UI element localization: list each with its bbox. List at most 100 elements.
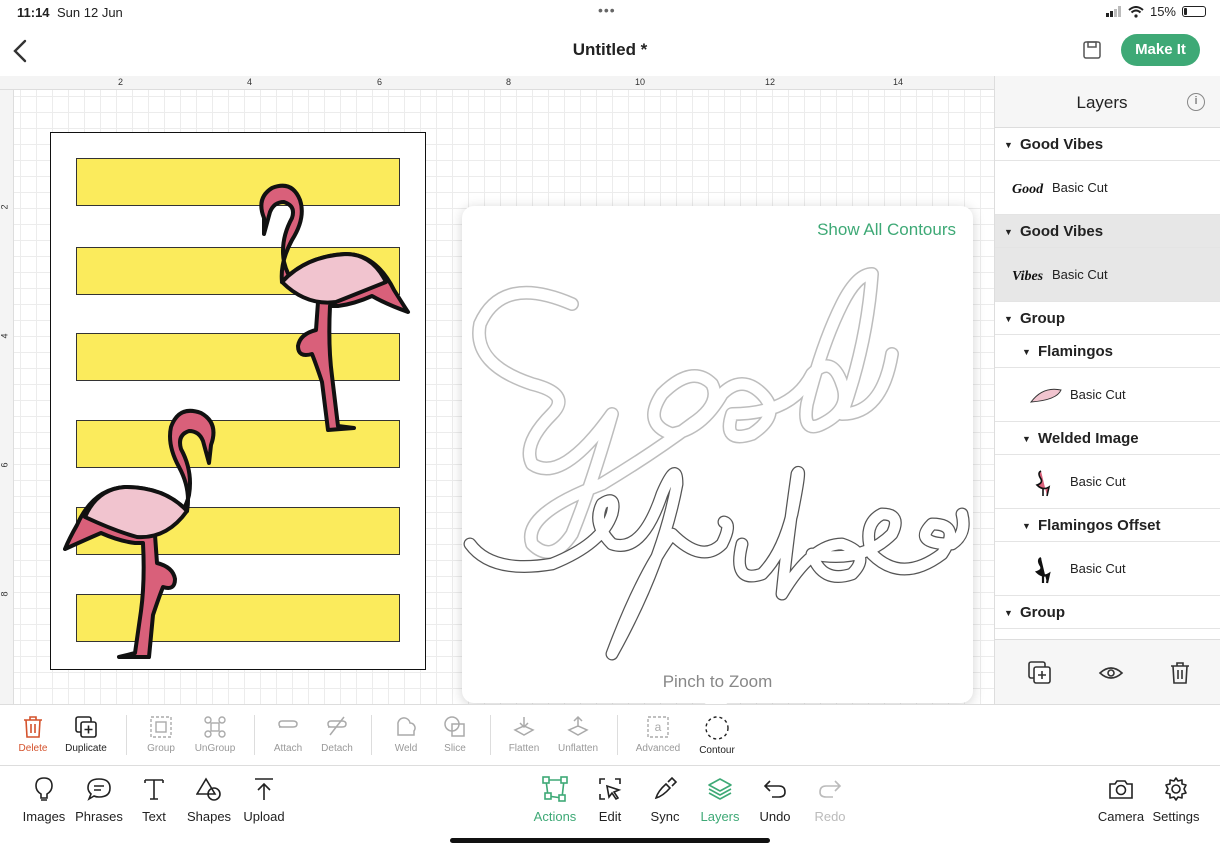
actions-nodes-icon — [542, 776, 568, 802]
slice-button[interactable]: Slice — [427, 715, 483, 754]
nav-camera[interactable]: Camera — [1093, 776, 1149, 824]
ruler-tick: 8 — [0, 591, 10, 597]
ruler-tick: 2 — [118, 77, 124, 87]
ungroup-button[interactable]: UnGroup — [187, 715, 243, 754]
nav-phrases[interactable]: Phrases — [71, 776, 127, 824]
design-card[interactable] — [50, 132, 426, 670]
attach-button[interactable]: Attach — [260, 715, 316, 754]
layer-group[interactable]: ▼Flamingos — [995, 629, 1220, 639]
layer-thumbnail-icon — [1029, 388, 1062, 403]
delete-label: Delete — [18, 743, 48, 754]
nav-edit[interactable]: Edit — [582, 776, 638, 824]
status-time: 11:14 — [17, 5, 50, 20]
group-label: Group — [147, 743, 175, 754]
layer-item[interactable]: Basic Cut — [995, 542, 1220, 596]
slice-label: Slice — [444, 743, 466, 754]
duplicate-button[interactable]: Duplicate — [58, 715, 114, 754]
unflatten-button[interactable]: Unflatten — [550, 715, 606, 754]
toolbar-divider — [371, 715, 372, 755]
advanced-button[interactable]: a Advanced — [630, 715, 686, 754]
show-all-contours-button[interactable]: Show All Contours — [817, 220, 956, 240]
status-date: Sun 12 Jun — [57, 5, 123, 20]
expand-triangle-icon[interactable]: ▼ — [1004, 140, 1013, 150]
nav-text[interactable]: Text — [126, 776, 182, 824]
flamingo-image[interactable] — [63, 401, 233, 661]
ruler-tick: 4 — [0, 333, 10, 339]
expand-triangle-icon[interactable]: ▼ — [1022, 347, 1031, 357]
flatten-button[interactable]: Flatten — [496, 715, 552, 754]
expand-triangle-icon[interactable]: ▼ — [1004, 608, 1013, 618]
layer-group[interactable]: ▼ Group — [995, 596, 1220, 629]
duplicate-layer-icon[interactable] — [1027, 660, 1053, 686]
nav-sync[interactable]: Sync — [637, 776, 693, 824]
toolbar-divider — [617, 715, 618, 755]
advanced-icon: a — [647, 716, 669, 738]
weld-button[interactable]: Weld — [378, 715, 434, 754]
nav-images[interactable]: Images — [16, 776, 72, 824]
layers-panel-title: Layers — [1076, 93, 1128, 112]
upload-icon — [255, 778, 273, 800]
paperclip-icon — [278, 720, 298, 728]
ruler-tick: 10 — [635, 77, 646, 87]
detach-icon — [327, 716, 347, 736]
vibes-text-contour-inner — [464, 467, 969, 660]
duplicate-icon — [75, 716, 97, 738]
weld-label: Weld — [394, 743, 418, 754]
attach-label: Attach — [273, 743, 303, 754]
ruler-tick: 8 — [506, 77, 512, 87]
visibility-eye-icon[interactable] — [1098, 660, 1124, 686]
ruler-tick: 2 — [0, 204, 10, 210]
nav-actions[interactable]: Actions — [527, 776, 583, 824]
layer-group[interactable]: ▼ Welded Image — [995, 422, 1220, 455]
status-bar: 11:14 Sun 12 Jun ••• 15% — [0, 0, 1220, 26]
ruler-tick: 6 — [377, 77, 383, 87]
layer-item[interactable]: Vibes Basic Cut — [995, 248, 1220, 302]
contour-preview[interactable] — [462, 244, 973, 664]
layer-group-label: Flamingos Offset — [1038, 517, 1161, 534]
layer-group[interactable]: ▼ Good Vibes — [995, 128, 1220, 161]
delete-button[interactable]: Delete — [5, 715, 61, 754]
lightbulb-icon — [35, 777, 53, 801]
expand-triangle-icon[interactable]: ▼ — [1004, 314, 1013, 324]
shapes-icon — [196, 777, 221, 801]
trash-icon[interactable] — [1167, 660, 1193, 686]
text-t-icon — [144, 779, 164, 800]
layers-list[interactable]: ▼ Good Vibes Good Basic Cut ▼ Good Vibes Vibes… — [995, 128, 1220, 639]
layer-thumbnail-icon: Good — [1012, 182, 1044, 197]
layer-item[interactable]: Basic Cut — [995, 368, 1220, 422]
nav-layers[interactable]: Layers — [692, 776, 748, 824]
nav-settings[interactable]: Settings — [1148, 776, 1204, 824]
group-button[interactable]: Group — [133, 715, 189, 754]
expand-triangle-icon[interactable]: ▼ — [1022, 434, 1031, 444]
expand-triangle-icon[interactable]: ▼ — [1022, 521, 1031, 531]
contour-button[interactable]: Contour — [689, 715, 745, 756]
trash-icon — [24, 716, 42, 738]
nav-shapes[interactable]: Shapes — [181, 776, 237, 824]
detach-button[interactable]: Detach — [309, 715, 365, 754]
expand-triangle-icon[interactable]: ▼ — [1004, 227, 1013, 237]
layer-group[interactable]: ▼ Flamingos Offset — [995, 509, 1220, 542]
layer-group[interactable]: ▼ Good Vibes — [995, 215, 1220, 248]
layers-panel-header: Layers i — [995, 76, 1220, 128]
layer-item[interactable]: Basic Cut — [995, 455, 1220, 509]
unflatten-icon — [567, 715, 589, 736]
nav-redo[interactable]: Redo — [802, 776, 858, 824]
info-icon[interactable]: i — [1187, 93, 1205, 111]
home-indicator[interactable] — [450, 838, 770, 843]
nav-upload[interactable]: Upload — [236, 776, 292, 824]
pinch-to-zoom-hint: Pinch to Zoom — [662, 672, 773, 691]
flamingo-image[interactable] — [236, 178, 416, 433]
layer-item[interactable]: Good Basic Cut — [995, 161, 1220, 215]
layer-group-label: Group — [1020, 310, 1065, 327]
layer-group[interactable]: ▼ Group — [995, 302, 1220, 335]
layer-group[interactable]: ▼Flamingos — [995, 335, 1220, 368]
layer-group-label: Group — [1020, 604, 1065, 621]
make-it-button[interactable]: Make It — [1121, 34, 1200, 66]
signal-icon — [1105, 6, 1121, 17]
redo-icon — [819, 780, 842, 798]
duplicate-label: Duplicate — [65, 743, 107, 754]
save-icon[interactable] — [1082, 40, 1102, 60]
multitask-dots[interactable]: ••• — [598, 2, 616, 18]
nav-layers-label: Layers — [700, 809, 740, 824]
nav-undo[interactable]: Undo — [747, 776, 803, 824]
